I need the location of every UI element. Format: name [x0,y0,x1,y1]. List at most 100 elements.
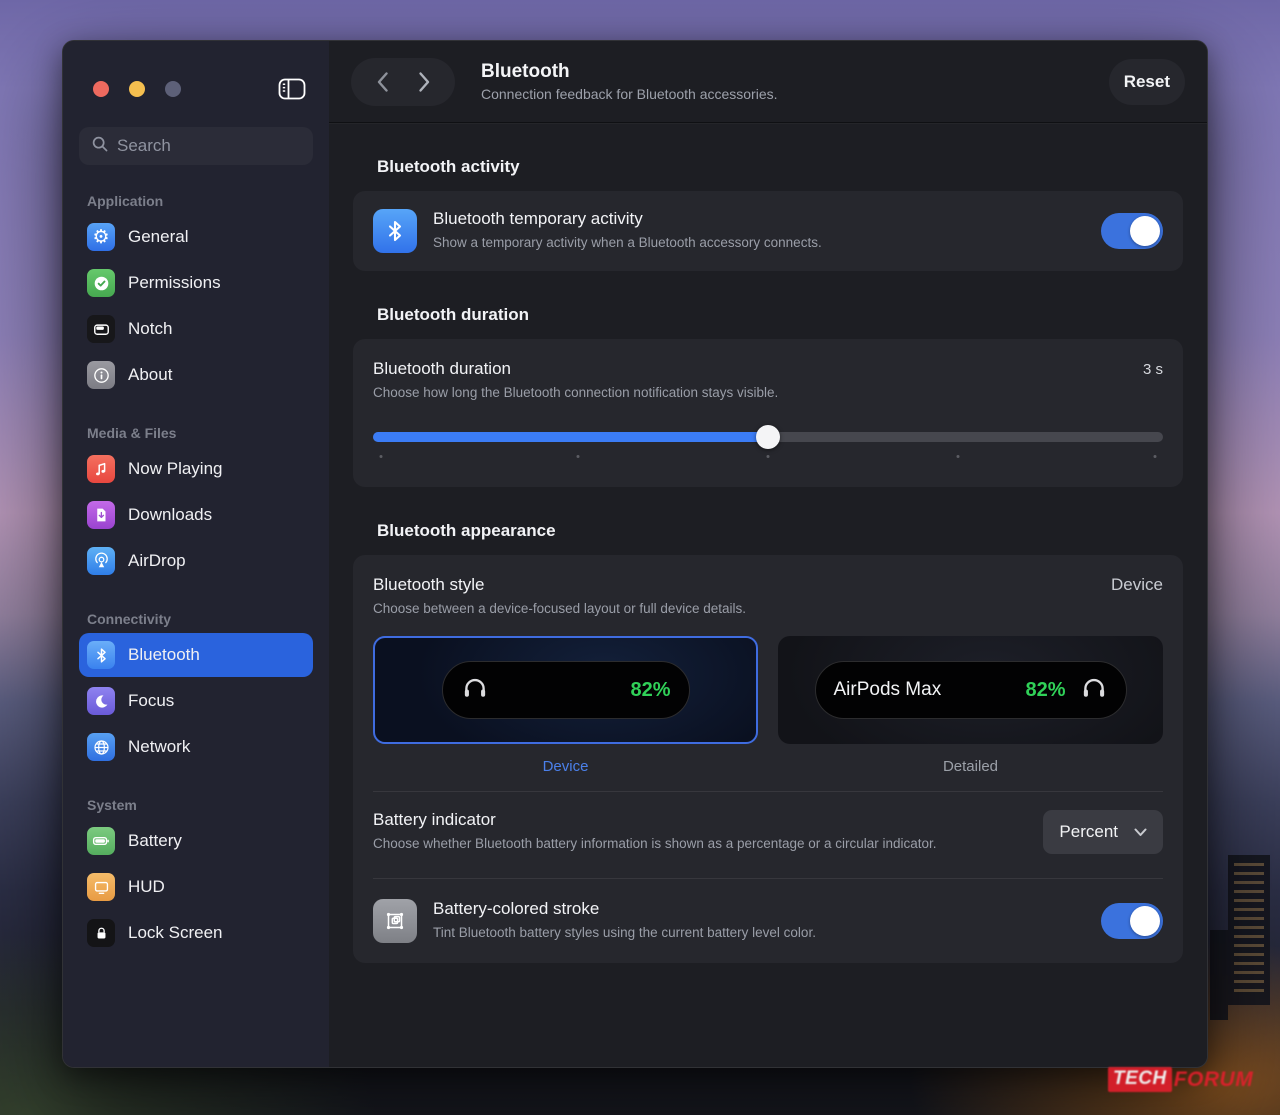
sidebar-item-label: General [128,227,188,247]
moon-icon [87,687,115,715]
wallpaper-building [1210,930,1228,1020]
style-current-value: Device [1111,575,1163,595]
duration-row-title: Bluetooth duration [373,359,511,379]
battery-indicator-select[interactable]: Percent [1043,810,1163,854]
sidebar-toggle-icon[interactable] [277,77,307,101]
page-title: Bluetooth [481,61,778,83]
sidebar-item-label: Network [128,737,190,757]
sidebar-item-label: Downloads [128,505,212,525]
sidebar: Application ⚙ General Permissions Notch [63,41,329,1067]
sidebar-section-application: Application [87,193,313,209]
temporary-activity-toggle[interactable] [1101,213,1163,249]
headphones-icon [1080,674,1108,707]
section-heading-activity: Bluetooth activity [377,157,1183,177]
page-subtitle: Connection feedback for Bluetooth access… [481,86,778,102]
titlebar [79,41,313,101]
reset-button[interactable]: Reset [1109,59,1185,105]
info-icon [87,361,115,389]
duration-slider[interactable] [373,425,1163,449]
headphones-icon [461,674,489,707]
globe-icon [87,733,115,761]
main-panel: Bluetooth Connection feedback for Blueto… [329,41,1207,1067]
search-icon [91,135,109,158]
option-label-device[interactable]: Device [373,758,758,775]
style-row-subtitle: Choose between a device-focused layout o… [373,599,746,619]
close-button[interactable] [93,81,109,97]
watermark: TECH FORUM [1108,1067,1253,1092]
duration-row-subtitle: Choose how long the Bluetooth connection… [373,383,1163,403]
sidebar-item-focus[interactable]: Focus [79,679,313,723]
sidebar-item-hud[interactable]: HUD [79,865,313,909]
frame-selection-icon [373,899,417,943]
sidebar-section-media-files: Media & Files [87,425,313,441]
search-input[interactable] [117,136,301,156]
minimize-button[interactable] [129,81,145,97]
sidebar-item-label: Focus [128,691,174,711]
sidebar-item-label: HUD [128,877,165,897]
battery-stroke-title: Battery-colored stroke [433,899,1085,919]
download-document-icon [87,501,115,529]
display-icon [87,873,115,901]
option-label-detailed[interactable]: Detailed [778,758,1163,775]
battery-indicator-row: Battery indicator Choose whether Bluetoo… [373,810,1163,874]
device-name: AirPods Max [834,679,942,701]
sidebar-item-network[interactable]: Network [79,725,313,769]
sidebar-item-now-playing[interactable]: Now Playing [79,447,313,491]
battery-stroke-subtitle: Tint Bluetooth battery styles using the … [433,923,1085,943]
sidebar-item-label: Battery [128,831,182,851]
sidebar-item-about[interactable]: About [79,353,313,397]
zoom-button[interactable] [165,81,181,97]
back-button[interactable] [369,69,395,95]
sidebar-item-label: AirDrop [128,551,186,571]
sidebar-item-battery[interactable]: Battery [79,819,313,863]
sidebar-item-lock-screen[interactable]: Lock Screen [79,911,313,955]
style-row-title: Bluetooth style [373,575,746,595]
style-option-device[interactable]: 82% [373,636,758,744]
divider [373,878,1163,879]
appearance-card: Bluetooth style Choose between a device-… [353,555,1183,964]
chevron-down-icon [1134,822,1147,842]
bluetooth-icon [373,209,417,253]
battery-percent: 82% [630,679,670,702]
sidebar-section-system: System [87,797,313,813]
sidebar-item-notch[interactable]: Notch [79,307,313,351]
battery-icon [87,827,115,855]
sidebar-item-label: Lock Screen [128,923,223,943]
divider [373,791,1163,792]
sidebar-item-label: Permissions [128,273,221,293]
style-option-detailed[interactable]: AirPods Max 82% [778,636,1163,744]
gear-icon: ⚙ [87,223,115,251]
device-preview-pill: 82% [442,661,690,719]
battery-indicator-title: Battery indicator [373,810,1023,830]
sidebar-item-label: About [128,365,172,385]
battery-stroke-toggle[interactable] [1101,903,1163,939]
slider-ticks [373,455,1163,461]
section-heading-duration: Bluetooth duration [377,305,1183,325]
select-value: Percent [1059,822,1118,842]
nav-pill [351,58,455,106]
sidebar-item-airdrop[interactable]: AirDrop [79,539,313,583]
forward-button[interactable] [411,69,437,95]
watermark-part2: FORUM [1174,1068,1254,1092]
bluetooth-icon [87,641,115,669]
sidebar-section-connectivity: Connectivity [87,611,313,627]
sidebar-item-general[interactable]: ⚙ General [79,215,313,259]
lock-icon [87,919,115,947]
music-note-icon [87,455,115,483]
activity-row-title: Bluetooth temporary activity [433,209,1085,229]
section-heading-appearance: Bluetooth appearance [377,521,1183,541]
duration-slider-thumb[interactable] [756,425,780,449]
sidebar-item-bluetooth[interactable]: Bluetooth [79,633,313,677]
activity-row-subtitle: Show a temporary activity when a Bluetoo… [433,233,1085,253]
sidebar-item-downloads[interactable]: Downloads [79,493,313,537]
sidebar-item-label: Notch [128,319,172,339]
app-window: Application ⚙ General Permissions Notch [62,40,1208,1068]
battery-stroke-row: Battery-colored stroke Tint Bluetooth ba… [373,897,1163,943]
activity-card: Bluetooth temporary activity Show a temp… [353,191,1183,271]
wallpaper-building [1228,855,1270,1005]
settings-content: Bluetooth activity Bluetooth temporary a… [329,123,1207,1067]
watermark-part1: TECH [1108,1067,1172,1092]
battery-percent: 82% [1025,679,1065,702]
search-field[interactable] [79,127,313,165]
sidebar-item-permissions[interactable]: Permissions [79,261,313,305]
